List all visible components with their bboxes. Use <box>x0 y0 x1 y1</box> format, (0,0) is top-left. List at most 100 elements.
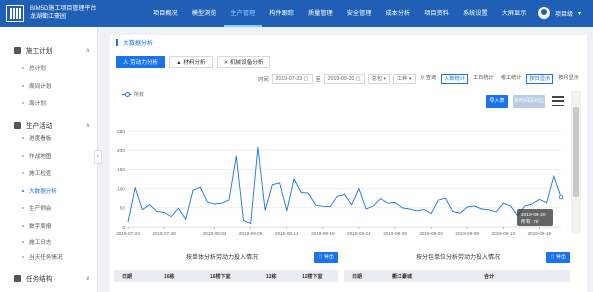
tab-icon: ✕ <box>223 60 229 66</box>
tab-label: 劳动力分析 <box>130 60 159 66</box>
contractor-select[interactable]: 总包 ▾ <box>367 74 391 84</box>
nav-item[interactable]: 生产管理 <box>223 0 263 27</box>
series-line <box>127 147 562 225</box>
import-button[interactable]: 导入表 <box>486 95 508 108</box>
subcontractor-panel-title: 按分包单位分析劳动力投入情况 <box>416 255 501 261</box>
chevron-icon: ∧ <box>85 47 90 54</box>
app-title: BIM5D施工项目管理平台 <box>30 6 97 12</box>
sidebar-collapse-button[interactable]: ‹ <box>94 150 102 164</box>
bullet-icon <box>22 190 24 192</box>
trade-select[interactable]: 工种 ▾ <box>393 74 416 84</box>
x-tick-label: 2019-08-09 <box>239 231 263 236</box>
group-icon <box>14 121 21 129</box>
daily-view-button[interactable]: 按日显示 <box>526 74 554 84</box>
nav-item[interactable]: 项目资料 <box>417 0 456 27</box>
nav-item[interactable]: 质量管理 <box>301 0 340 27</box>
x-tick-label: 2019-08-04 <box>203 231 227 236</box>
nav-item[interactable]: 项目概况 <box>146 0 185 27</box>
sidebar-item[interactable]: 总计划 <box>22 64 46 72</box>
sidebar-item[interactable]: 周计划 <box>22 99 46 107</box>
search-icon: ⚲ <box>420 75 425 81</box>
sidebar-group[interactable]: 生产活动 ∧ <box>14 120 94 130</box>
chevron-icon: ∧ <box>85 122 90 129</box>
attendance-button[interactable]: 考工统计 <box>499 74 524 84</box>
sidebar-item[interactable]: 生产例会 <box>22 204 51 212</box>
time-label: 时间 <box>258 76 269 83</box>
compare-button[interactable]: 多时间段对比 <box>513 95 545 108</box>
chart-legend[interactable]: 所有 <box>122 91 144 98</box>
sidebar-item[interactable]: 施工日志 <box>22 238 51 246</box>
sidebar-item[interactable]: 当天任务情况 <box>22 253 63 261</box>
column-header: 12楼下室 <box>302 273 323 280</box>
nav-item[interactable]: 系统设置 <box>456 0 495 27</box>
sidebar-item[interactable]: 作战地图 <box>22 152 51 160</box>
analysis-tabs: 人 劳动力分析 ▲ 材料分析 ✕ 机械设备分析 <box>116 56 271 68</box>
sidebar-group[interactable]: 施工计划 ∧ <box>14 45 94 55</box>
column-header: 16楼下室 <box>210 273 231 280</box>
query-button[interactable]: ⚲ 查询 <box>419 74 439 84</box>
column-header: 12栋 <box>266 273 277 280</box>
column-header: 衢江豪城 <box>392 273 413 280</box>
tab-icon: ▲ <box>176 60 182 66</box>
date-to-input[interactable]: 2019-09-20 ▢ <box>323 74 365 84</box>
y-tick-label: 200 <box>117 148 125 154</box>
column-header: 合计 <box>484 273 495 280</box>
nav-item[interactable]: 安全管理 <box>340 0 379 27</box>
unit-panel-title: 按单体分析劳动力投入情况 <box>186 255 259 261</box>
nav-item[interactable]: 构件跟踪 <box>262 0 301 27</box>
bullet-icon <box>22 85 24 87</box>
query-label: 查询 <box>425 75 437 81</box>
date-from-input[interactable]: 2019-07-23 ▢ <box>271 74 313 84</box>
nav-item[interactable]: 成本分析 <box>379 0 418 27</box>
sidebar-group-label: 施工计划 <box>26 48 53 55</box>
sidebar-item[interactable]: 施工检查 <box>22 169 51 177</box>
nav-item[interactable]: 模型浏览 <box>185 0 224 27</box>
tab-machinery[interactable]: ✕ 机械设备分析 <box>216 56 271 68</box>
main-panel: 大数据分析 人 劳动力分析 ▲ 材料分析 ✕ 机械设备分析 时间 2019-07-2… <box>110 35 587 292</box>
bullet-icon <box>22 172 24 174</box>
column-header: 16栋 <box>164 273 175 280</box>
sidebar-group-label: 任务结构 <box>26 276 53 283</box>
workday-button[interactable]: 工日统计 <box>471 74 496 84</box>
headcount-button[interactable]: 人数统计 <box>441 74 468 84</box>
x-tick-label: 2019-09-08 <box>455 231 479 236</box>
bullet-icon <box>22 67 24 69</box>
column-header: 日期 <box>352 273 363 280</box>
sidebar-item[interactable]: 进度看板 <box>22 134 51 142</box>
sidebar-group[interactable]: 任务结构 ∨ <box>14 273 94 283</box>
x-tick-label: 2019-09-13 <box>492 231 516 236</box>
tab-label: 机械设备分析 <box>229 60 264 66</box>
sidebar-group-label: 生产活动 <box>26 123 53 130</box>
sidebar: 施工计划 ∧ 总计划周间计划周计划生产活动 ∧ 进度看板作战地图施工检查大数据分析生产例… <box>0 27 98 292</box>
sidebar-item-label: 总计划 <box>29 66 46 72</box>
group-icon <box>14 46 21 54</box>
unit-analysis-panel: 按单体分析劳动力投入情况 ⇧ 导出 日期 16栋 16楼下室 12栋 12楼下室 <box>114 249 338 292</box>
y-tick-label: 50 <box>120 206 126 212</box>
subcontractor-export-button[interactable]: ⇧ 导出 <box>546 252 570 263</box>
labour-line-chart: 0 50 100 150 200 250 2019-07-23 2019-07-28 2019-… <box>116 129 564 236</box>
chart-scrollbar[interactable] <box>571 91 581 233</box>
sidebar-item[interactable]: 大数据分析 <box>22 187 57 195</box>
main-nav: 项目概况 模型浏览 生产管理 构件跟踪 质量管理 安全管理 成本分析 项目资料 系统设置 大屏显示 <box>146 0 534 27</box>
unit-export-button[interactable]: ⇧ 导出 <box>314 252 338 263</box>
sidebar-item-label: 当天任务情况 <box>29 255 63 261</box>
bullet-icon <box>22 225 24 227</box>
legend-line-icon <box>122 92 131 97</box>
tab-material[interactable]: ▲ 材料分析 <box>169 56 213 68</box>
monthly-view-button[interactable]: 按月显示 <box>556 74 581 84</box>
hamburger-menu-icon[interactable] <box>552 96 564 106</box>
nav-item[interactable]: 大屏显示 <box>495 0 534 27</box>
bullet-icon <box>22 207 24 209</box>
x-tick-label: 2019-08-14 <box>275 231 299 236</box>
data-point[interactable] <box>558 194 564 200</box>
sidebar-item-label: 生产例会 <box>29 206 52 212</box>
sidebar-item-label: 施工日志 <box>29 240 52 246</box>
bullet-icon <box>22 241 24 243</box>
date-to-value: 2019-09-20 <box>327 76 355 82</box>
user-menu[interactable]: 项目级 ▾ <box>537 7 581 19</box>
scrollbar-thumb[interactable] <box>573 107 579 197</box>
sidebar-item[interactable]: 周间计划 <box>22 82 51 90</box>
tab-labour[interactable]: 人 劳动力分析 <box>116 56 166 68</box>
sidebar-item[interactable]: 数字周报 <box>22 222 51 230</box>
subcontractor-export-label: 导出 <box>556 255 566 260</box>
